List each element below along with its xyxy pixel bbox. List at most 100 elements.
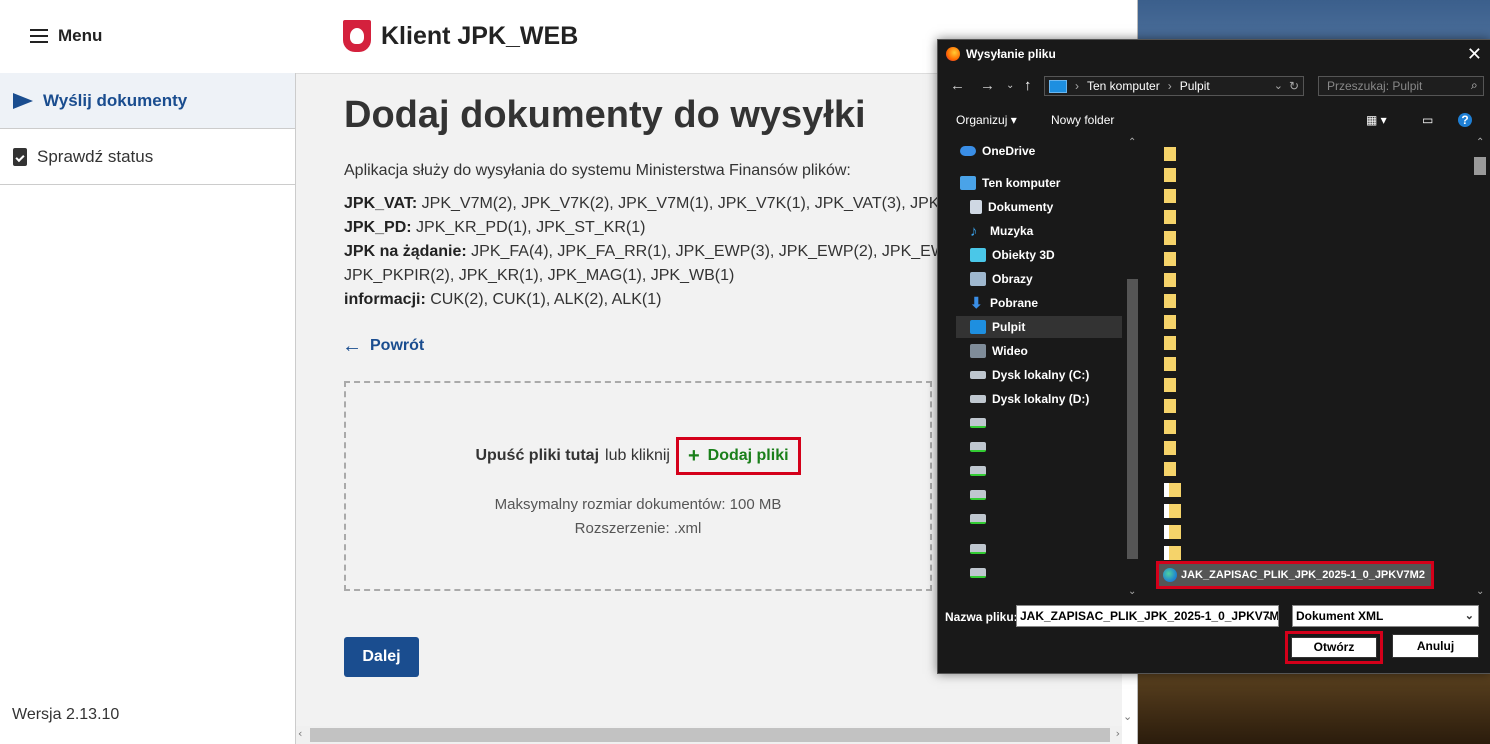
folder-icon[interactable] xyxy=(1164,378,1176,392)
filename-input[interactable]: JAK_ZAPISAC_PLIK_JPK_2025-1_0_JPKV7M2 ⌄ xyxy=(1016,605,1279,627)
folder-icon[interactable] xyxy=(1164,210,1176,224)
chevron-down-icon[interactable]: ⌄ xyxy=(1265,606,1274,626)
folder-icon[interactable] xyxy=(1164,420,1176,434)
documents-icon xyxy=(970,200,982,214)
folder-icon[interactable] xyxy=(1164,252,1176,266)
sidebar-item-check-status[interactable]: Sprawdź status xyxy=(0,129,295,185)
forward-arrow-icon[interactable]: → xyxy=(980,77,995,94)
drop-text: lub kliknij xyxy=(605,447,670,464)
max-size-text: Maksymalny rozmiar dokumentów: 100 MB xyxy=(494,496,782,513)
add-files-button[interactable]: + Dodaj pliki xyxy=(675,437,801,475)
chevron-up-icon[interactable]: ⌃ xyxy=(1128,137,1136,148)
folder-icon[interactable] xyxy=(1164,441,1176,455)
sidebar-item-label: Sprawdź status xyxy=(37,146,154,166)
drive-icon xyxy=(970,395,986,403)
back-link[interactable]: ← Powrót xyxy=(342,336,424,356)
network-drive-icon[interactable] xyxy=(970,562,986,584)
up-arrow-icon[interactable]: ↑ xyxy=(1024,77,1032,94)
folder-icon[interactable] xyxy=(1164,273,1176,287)
folder-icon[interactable] xyxy=(1164,315,1176,329)
network-drive-icon[interactable] xyxy=(970,508,986,530)
folder-icon[interactable] xyxy=(1164,357,1176,371)
selected-file-item[interactable]: JAK_ZAPISAC_PLIK_JPK_2025-1_0_JPKV7M2 xyxy=(1156,561,1434,589)
tree-item-drive-d[interactable]: Dysk lokalny (D:) xyxy=(970,388,1089,410)
preview-pane-icon[interactable]: ▭ xyxy=(1422,113,1433,127)
breadcrumb-separator-icon: › xyxy=(1075,79,1079,93)
chevron-up-icon[interactable]: ⌃ xyxy=(1476,137,1484,148)
network-drive-icon[interactable] xyxy=(970,538,986,560)
tree-item-music[interactable]: ♪ Muzyka xyxy=(970,220,1033,242)
tree-item-3d-objects[interactable]: Obiekty 3D xyxy=(970,244,1055,266)
page-description: Aplikacja służy do wysyłania do systemu … xyxy=(344,162,851,179)
document-check-icon xyxy=(13,147,27,166)
address-bar[interactable]: › Ten komputer › Pulpit ⌄ ↻ xyxy=(1044,76,1304,96)
folder-icon[interactable] xyxy=(1164,168,1176,182)
breadcrumb-item[interactable]: Ten komputer xyxy=(1087,79,1160,93)
folder-icon[interactable] xyxy=(1164,189,1176,203)
new-folder-button[interactable]: Nowy folder xyxy=(1051,113,1114,127)
hamburger-icon xyxy=(30,29,48,43)
folder-icon[interactable] xyxy=(1164,231,1176,245)
network-drive-icon[interactable] xyxy=(970,460,986,482)
help-icon[interactable]: ? xyxy=(1458,113,1472,127)
add-files-label: Dodaj pliki xyxy=(707,447,789,464)
tree-item-drive-c[interactable]: Dysk lokalny (C:) xyxy=(970,364,1089,386)
download-icon: ⬇ xyxy=(970,295,983,312)
view-options-icon[interactable]: ▦ ▾ xyxy=(1366,113,1387,127)
tree-item-videos[interactable]: Wideo xyxy=(970,340,1028,362)
network-drive-icon[interactable] xyxy=(970,484,986,506)
pictures-icon xyxy=(970,272,986,286)
folder-icon[interactable] xyxy=(1164,399,1176,413)
filetype-select[interactable]: Dokument XML ⌄ xyxy=(1292,605,1479,627)
file-dropzone[interactable]: Upuść pliki tutaj lub kliknij + Dodaj pl… xyxy=(344,381,932,591)
chevron-down-icon[interactable]: ⌄ xyxy=(1465,606,1474,626)
scrollbar-thumb[interactable] xyxy=(1474,157,1486,175)
folder-shortcut-icon[interactable] xyxy=(1164,546,1181,560)
sidebar-item-send-documents[interactable]: Wyślij dokumenty xyxy=(0,73,295,129)
tree-item-documents[interactable]: Dokumenty xyxy=(970,196,1053,218)
sidebar-item-label: Wyślij dokumenty xyxy=(43,90,188,110)
polish-eagle-icon xyxy=(343,20,371,52)
folder-shortcut-icon[interactable] xyxy=(1164,504,1181,518)
arrow-left-icon: ← xyxy=(342,335,362,357)
folder-icon[interactable] xyxy=(1164,462,1176,476)
search-input[interactable]: Przeszukaj: Pulpit xyxy=(1318,76,1484,96)
folder-icon[interactable] xyxy=(1164,147,1176,161)
open-button-highlight: Otwórz xyxy=(1285,631,1383,664)
refresh-icon[interactable]: ↻ xyxy=(1289,79,1299,93)
selected-file-name: JAK_ZAPISAC_PLIK_JPK_2025-1_0_JPKV7M2 xyxy=(1181,569,1425,581)
folder-shortcut-icon[interactable] xyxy=(1164,525,1181,539)
network-drive-icon[interactable] xyxy=(970,412,986,434)
breadcrumb-item[interactable]: Pulpit xyxy=(1180,79,1210,93)
close-icon[interactable]: ✕ xyxy=(1467,44,1482,65)
horizontal-scrollbar[interactable]: ‹ › xyxy=(296,726,1122,744)
recent-dropdown-icon[interactable]: ⌄ xyxy=(1006,80,1014,91)
chevron-down-icon[interactable]: ⌄ xyxy=(1274,79,1283,92)
tree-item-this-pc[interactable]: Ten komputer xyxy=(960,172,1060,194)
tree-item-downloads[interactable]: ⬇ Pobrane xyxy=(970,292,1038,314)
scroll-down-icon[interactable]: ⌄ xyxy=(1123,710,1132,723)
menu-button[interactable]: Menu xyxy=(30,26,102,46)
desktop-icon xyxy=(970,320,986,334)
folder-icon[interactable] xyxy=(1164,336,1176,350)
cancel-button[interactable]: Anuluj xyxy=(1392,634,1479,658)
file-list-scrollbar[interactable]: ⌃ ⌄ xyxy=(1472,137,1488,597)
drive-icon xyxy=(970,371,986,379)
next-button[interactable]: Dalej xyxy=(344,637,419,677)
open-button[interactable]: Otwórz xyxy=(1291,637,1377,658)
organize-menu[interactable]: Organizuj ▾ xyxy=(956,113,1017,127)
tree-item-pictures[interactable]: Obrazy xyxy=(970,268,1033,290)
chevron-down-icon[interactable]: ⌄ xyxy=(1128,586,1136,597)
folder-icon[interactable] xyxy=(1164,294,1176,308)
scroll-right-icon[interactable]: › xyxy=(1116,727,1120,740)
tree-item-desktop[interactable]: Pulpit xyxy=(956,316,1122,338)
network-drive-icon[interactable] xyxy=(970,436,986,458)
scroll-left-icon[interactable]: ‹ xyxy=(298,727,302,740)
tree-item-onedrive[interactable]: OneDrive xyxy=(960,140,1035,162)
tree-scrollbar[interactable]: ⌃ ⌄ xyxy=(1126,137,1139,597)
scrollbar-thumb[interactable] xyxy=(1127,279,1138,559)
chevron-down-icon[interactable]: ⌄ xyxy=(1476,586,1484,597)
back-arrow-icon[interactable]: ← xyxy=(950,77,965,94)
scrollbar-thumb[interactable] xyxy=(310,728,1110,742)
folder-shortcut-icon[interactable] xyxy=(1164,483,1181,497)
